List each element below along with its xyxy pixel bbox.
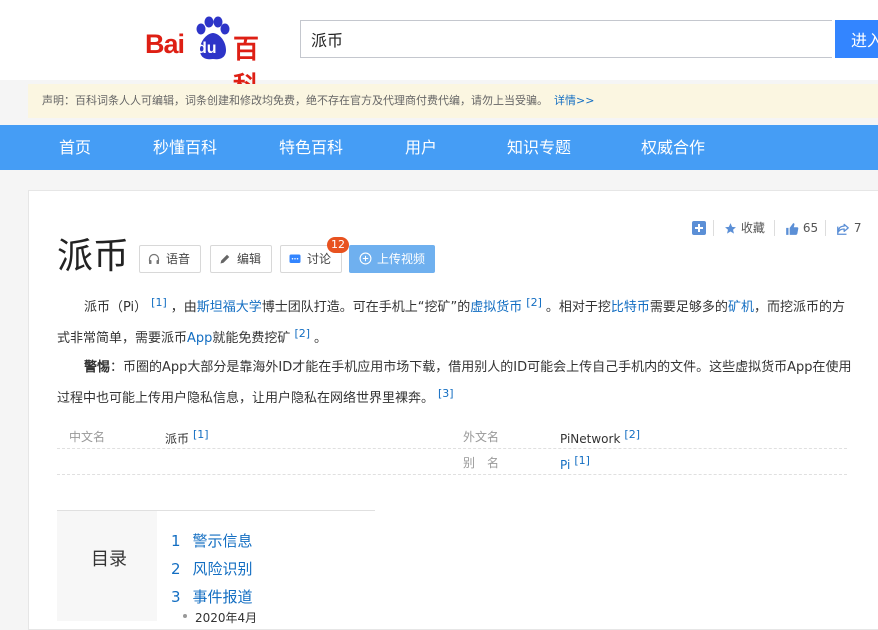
reference-link[interactable]: [2] [294,327,310,340]
link-bitcoin[interactable]: 比特币 [611,300,650,315]
logo-text-bai: Bai [145,29,185,59]
nav-item-home[interactable]: 首页 [59,125,91,170]
share-divider [774,220,775,236]
warning-label: 警惕 [84,360,111,375]
warning-paragraph: 警惕：币圈的App大部分是靠海外ID才能在手机应用市场下载，借用别人的ID可能会… [57,355,852,412]
info-value-link[interactable]: Pi [560,458,570,472]
info-divider [57,474,847,476]
summary-text: 就能免费挖矿 [212,331,291,346]
summary-text: 。 [314,331,328,346]
share-icon [837,223,849,235]
add-icon[interactable] [692,221,706,235]
share-button[interactable]: 7 [836,218,861,238]
notice-text: 声明：百科词条人人可编辑，词条创建和修改均免费，绝不存在官方及代理商付费代编，请… [42,94,548,107]
logo-text-du: du [197,40,217,57]
share-divider [825,220,826,236]
voice-label: 语音 [166,252,191,266]
toc-title: 目录 [91,549,127,570]
link-mining-machine[interactable]: 矿机 [728,300,754,315]
edit-button[interactable]: 编辑 [210,245,272,273]
summary-text: 派币（Pi） [84,300,148,315]
like-button[interactable]: 65 [785,218,818,238]
summary-text: 需要足够多的 [649,300,728,315]
reference-link[interactable]: [2] [526,296,542,309]
headphones-icon [148,253,160,264]
summary-text: 博士团队打造。可在手机上“挖矿”的 [261,300,471,315]
info-value-en-name: PiNetwork [2] [560,428,644,446]
info-value-text: 派币 [165,432,190,446]
link-virtual-currency[interactable]: 虚拟货币 [470,300,522,315]
info-value-alias: Pi [1] [560,454,594,472]
like-count: 65 [802,221,819,235]
edit-label: 编辑 [237,252,262,266]
collect-label: 收藏 [740,221,765,235]
header: Bai du 百科 进入词条 [0,0,878,102]
toc-item-number: 2 [171,560,181,578]
enter-entry-button[interactable]: 进入词条 [835,20,878,58]
reference-link[interactable]: [2] [624,428,640,441]
toc-sub-bullet [183,614,187,618]
nav-item-cooperation[interactable]: 权威合作 [641,125,705,170]
toc-item-number: 1 [171,532,181,550]
info-value-text: PiNetwork [560,432,621,446]
toc-item-label: 风险识别 [192,560,253,578]
summary-text: 。相对于挖 [545,300,611,315]
disclaimer-notice: 声明：百科词条人人可编辑，词条创建和修改均免费，绝不存在官方及代理商付费代编，请… [28,84,878,118]
pencil-icon [220,254,230,264]
nav-item-user[interactable]: 用户 [405,125,437,170]
toc-item[interactable]: 2 风险识别 [171,558,253,579]
info-divider [57,448,847,450]
summary-text: ，由 [170,300,197,315]
thumbs-up-icon [786,222,799,235]
entry-title: 派币 [57,236,130,277]
reference-link[interactable]: [1] [193,428,209,441]
notice-details-link[interactable]: 详情>> [554,94,594,107]
discuss-label: 讨论 [307,252,332,266]
warning-text: ：币圈的App大部分是靠海外ID才能在手机应用市场下载，借用别人的ID可能会上传… [57,360,852,406]
info-value-cn-name: 派币 [1] [165,428,213,447]
search-input[interactable] [300,20,832,58]
link-app[interactable]: App [187,331,212,346]
collect-button[interactable]: 收藏 [724,218,765,238]
summary-paragraph: 派币（Pi） [1] ，由斯坦福大学博士团队打造。可在手机上“挖矿”的虚拟货币 [2]… [57,290,852,352]
share-count: 7 [853,221,862,235]
link-stanford[interactable]: 斯坦福大学 [197,300,262,315]
toc-item-number: 3 [171,588,181,606]
share-divider [713,220,714,236]
info-key-en-name: 外文名 [463,430,500,444]
plus-circle-icon [359,252,372,265]
star-icon [725,223,736,234]
nav-item-topics[interactable]: 知识专题 [507,125,571,170]
nav-item-featured[interactable]: 特色百科 [279,125,343,170]
toc-item-label: 警示信息 [192,532,253,550]
toc-item[interactable]: 1 警示信息 [171,530,253,551]
reference-link[interactable]: [1] [574,454,590,467]
voice-button[interactable]: 语音 [139,245,201,273]
info-key-cn-name: 中文名 [69,430,106,444]
reference-link[interactable]: [3] [438,387,454,400]
comment-icon [289,254,301,263]
nav-item-miaodong[interactable]: 秒懂百科 [153,125,217,170]
info-key-alias: 别 名 [463,456,500,470]
reference-link[interactable]: [1] [151,296,167,309]
upload-video-button[interactable]: 上传视频 [349,245,435,273]
toc-item-label: 事件报道 [192,588,253,606]
toc-item[interactable]: 3 事件报道 [171,586,253,607]
discuss-count-badge: 12 [327,237,349,253]
main-nav: 首页 秒懂百科 特色百科 用户 知识专题 权威合作 [0,125,878,170]
upload-video-label: 上传视频 [377,252,426,266]
